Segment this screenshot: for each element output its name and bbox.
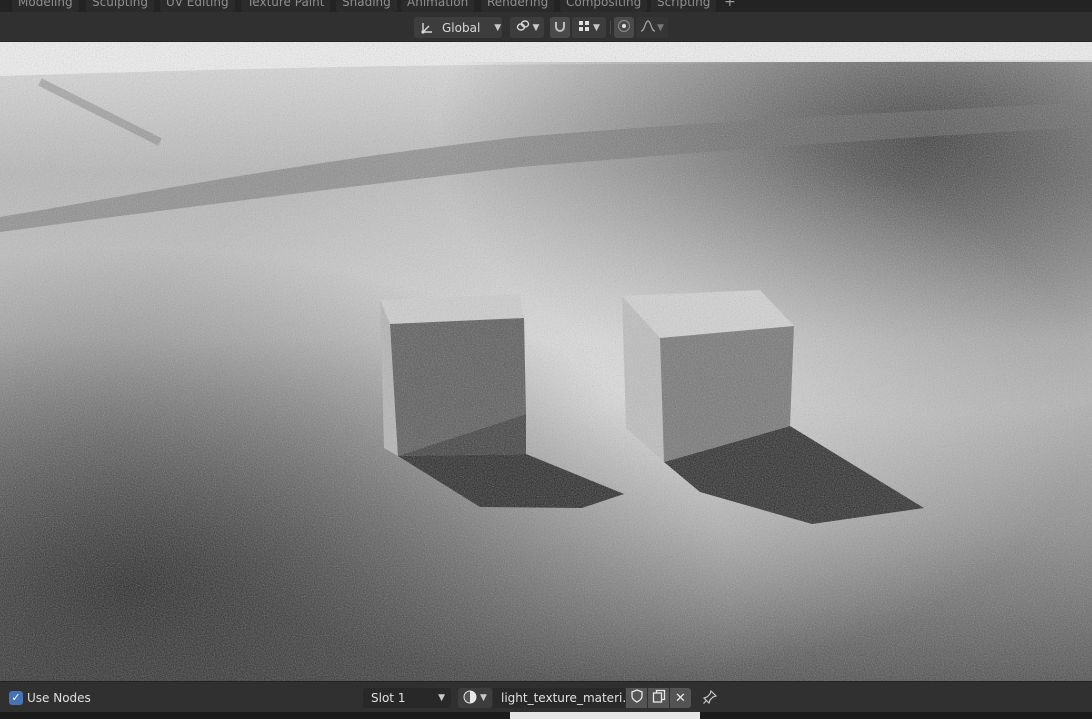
material-name: light_texture_materi...: [501, 691, 625, 705]
snap-toggle[interactable]: [550, 17, 570, 38]
snap-target-dropdown[interactable]: ▼: [572, 17, 606, 38]
chevron-down-icon: ▼: [532, 22, 540, 33]
tab-texture-paint[interactable]: Texture Paint: [241, 0, 331, 12]
pin-button[interactable]: [699, 688, 721, 708]
pivot-point-dropdown[interactable]: ▼: [510, 17, 544, 38]
use-nodes-checkbox[interactable]: ✓: [9, 691, 23, 705]
close-icon: ✕: [675, 690, 686, 706]
proportional-edit-toggle[interactable]: [614, 17, 634, 38]
snap-grid-icon: [578, 20, 590, 35]
workspace-tab-bar: Modeling Sculpting UV Editing Texture Pa…: [0, 0, 1092, 12]
transform-orientation-dropdown[interactable]: Global ▼: [414, 17, 502, 38]
material-sphere-icon: [463, 690, 477, 707]
tab-compositing[interactable]: Compositing: [560, 0, 648, 12]
snap-icon: [553, 19, 567, 36]
fake-user-shield-icon: [630, 689, 643, 707]
tab-animation[interactable]: Animation: [401, 0, 475, 12]
duplicate-material-button[interactable]: [648, 688, 669, 708]
transform-gizmo-icon: [420, 21, 436, 35]
tab-shading[interactable]: Shading: [336, 0, 397, 12]
pin-icon: [702, 689, 718, 707]
viewport-render[interactable]: [0, 42, 1092, 681]
add-workspace-button[interactable]: +: [724, 0, 736, 12]
unlink-material-button[interactable]: ✕: [670, 688, 691, 708]
header-divider: [610, 21, 611, 34]
falloff-curve-icon: [640, 19, 656, 36]
slot-label: Slot 1: [371, 691, 406, 705]
proportional-edit-icon: [617, 19, 631, 36]
tab-uv-editing[interactable]: UV Editing: [160, 0, 235, 12]
tab-modeling[interactable]: Modeling: [12, 0, 79, 12]
fake-user-button[interactable]: [626, 688, 647, 708]
use-nodes-label: Use Nodes: [27, 691, 91, 705]
viewport-header: Global ▼ ▼ ▼ ▼: [0, 12, 1092, 42]
chevron-down-icon: ▼: [438, 693, 445, 703]
chevron-down-icon: ▼: [494, 22, 502, 33]
material-slot-dropdown[interactable]: Slot 1 ▼: [363, 688, 451, 708]
chevron-down-icon: ▼: [657, 22, 664, 33]
transform-orientation-value: Global: [442, 20, 481, 35]
link-icon: [515, 19, 531, 36]
duplicate-icon: [652, 689, 666, 707]
tab-sculpting[interactable]: Sculpting: [86, 0, 155, 12]
rendered-scene: [0, 42, 1092, 681]
chevron-down-icon: ▼: [593, 22, 600, 33]
tab-scripting[interactable]: Scripting: [651, 0, 717, 12]
proportional-falloff-dropdown[interactable]: ▼: [636, 17, 668, 38]
node-editor-canvas[interactable]: [0, 712, 1092, 719]
node-editor-header: ✓ Use Nodes Slot 1 ▼ ▼ light_texture_mat…: [0, 681, 1092, 712]
browse-material-button[interactable]: ▼: [458, 688, 492, 708]
chevron-down-icon: ▼: [480, 693, 487, 703]
node-frame: [510, 712, 700, 719]
tab-rendering[interactable]: Rendering: [481, 0, 555, 12]
material-name-field[interactable]: light_texture_materi...: [493, 688, 625, 708]
